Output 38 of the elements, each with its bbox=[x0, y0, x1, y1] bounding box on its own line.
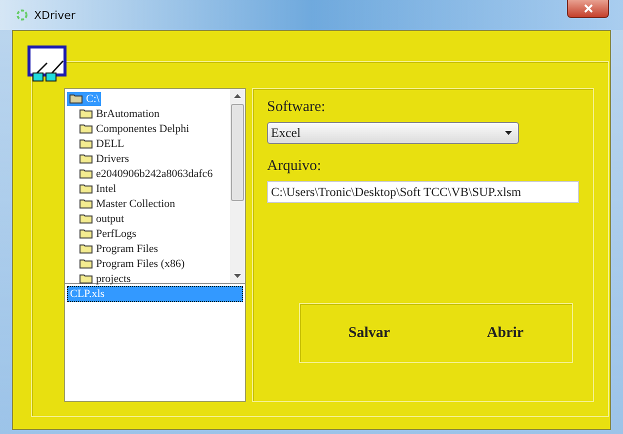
scroll-up-icon[interactable] bbox=[234, 94, 241, 98]
window-title: XDriver bbox=[34, 8, 76, 22]
file-label: Arquivo: bbox=[267, 158, 322, 175]
folder-item[interactable]: Program Files bbox=[77, 242, 160, 256]
folder-icon bbox=[79, 258, 93, 269]
action-button[interactable]: Salvar bbox=[340, 320, 398, 346]
folder-icon bbox=[79, 273, 93, 284]
folder-item[interactable]: PerfLogs bbox=[77, 226, 138, 240]
app-icon bbox=[16, 9, 28, 21]
folder-item[interactable]: projects bbox=[77, 272, 133, 286]
scroll-down-icon[interactable] bbox=[234, 274, 241, 278]
folder-item[interactable]: e2040906b242a8063dafc6 bbox=[77, 166, 215, 180]
folder-icon bbox=[79, 243, 93, 254]
file-path-field[interactable]: C:\Users\Tronic\Desktop\Soft TCC\VB\SUP.xlsm bbox=[267, 181, 579, 203]
action-button[interactable]: Abrir bbox=[478, 320, 532, 346]
scrollbar[interactable] bbox=[230, 89, 245, 283]
folder-item[interactable]: Master Collection bbox=[77, 196, 178, 210]
close-button[interactable] bbox=[567, 0, 609, 18]
folder-icon bbox=[79, 228, 93, 239]
folder-icon bbox=[79, 198, 93, 209]
folder-item[interactable]: Drivers bbox=[77, 152, 131, 166]
close-icon bbox=[584, 4, 592, 13]
folder-item[interactable]: output bbox=[77, 212, 126, 226]
folder-icon bbox=[79, 183, 93, 194]
folder-item[interactable]: Intel bbox=[77, 182, 118, 196]
software-dropdown[interactable]: Excel bbox=[267, 122, 519, 144]
folder-item[interactable]: BrAutomation bbox=[77, 106, 162, 120]
folder-item[interactable]: Program Files (x86) bbox=[77, 256, 187, 270]
folder-item[interactable]: Componentes Delphi bbox=[77, 122, 192, 136]
folder-icon bbox=[79, 138, 93, 149]
folder-icon bbox=[79, 168, 93, 179]
software-label: Software: bbox=[267, 99, 326, 116]
folder-icon bbox=[79, 153, 93, 164]
folder-item[interactable]: DELL bbox=[77, 136, 126, 150]
folder-icon bbox=[79, 123, 93, 134]
folder-icon bbox=[79, 213, 93, 224]
folder-icon bbox=[79, 108, 93, 119]
caret-icon bbox=[505, 131, 512, 135]
